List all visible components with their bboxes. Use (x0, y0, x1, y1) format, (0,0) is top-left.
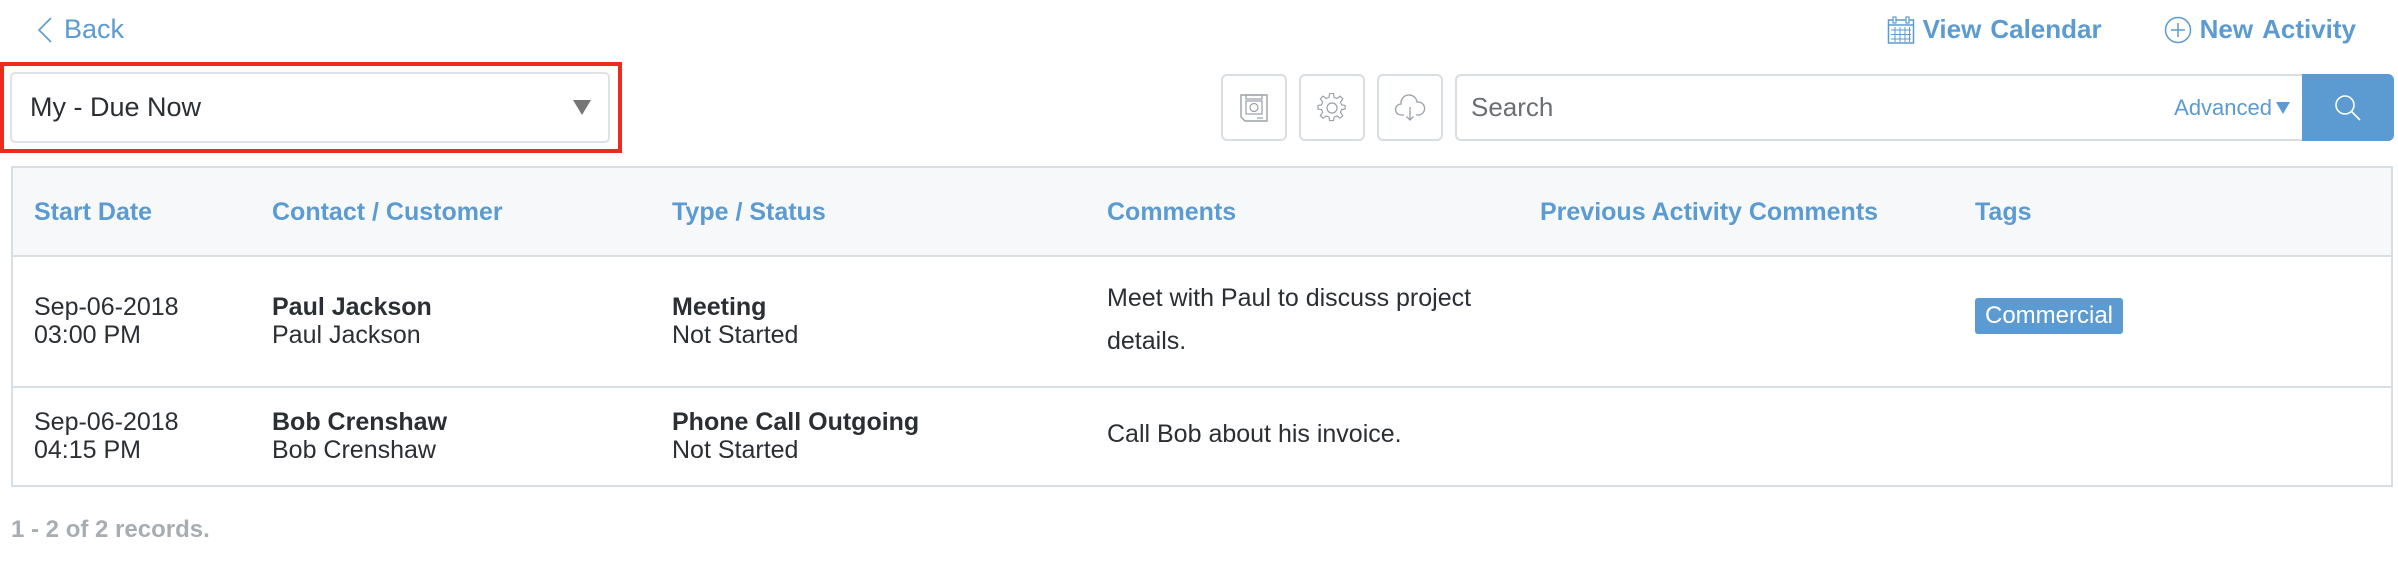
new-label: New (2199, 14, 2254, 44)
search-input[interactable] (1457, 76, 2175, 139)
customer-name[interactable]: Paul Jackson (272, 321, 421, 349)
column-header-type-status[interactable]: Type / Status (672, 198, 826, 227)
column-header-comments[interactable]: Comments (1107, 198, 1236, 227)
start-date-cell: Sep-06-2018 04:15 PM (34, 408, 179, 464)
search-button[interactable] (2302, 74, 2394, 141)
comments-cell: Call Bob about his invoice. (1107, 420, 1402, 448)
column-header-contact-customer[interactable]: Contact / Customer (272, 198, 503, 227)
activities-table: Start Date Contact / Customer Type / Sta… (11, 166, 2393, 487)
activity-label: Activity (2262, 14, 2356, 44)
calendar-icon (1887, 15, 1914, 44)
download-button[interactable] (1377, 74, 1443, 141)
save-view-button[interactable] (1221, 74, 1287, 141)
contact-name[interactable]: Bob Crenshaw (272, 408, 447, 436)
activity-type: Meeting (672, 293, 767, 321)
plus-circle-icon (2164, 16, 2191, 43)
advanced-search-toggle[interactable]: Advanced (2174, 95, 2290, 121)
start-date: Sep-06-2018 (34, 408, 179, 436)
view-calendar-link[interactable]: View Calendar (1887, 14, 2102, 45)
view-label: View (1922, 14, 1982, 44)
advanced-label: Advanced (2174, 94, 2272, 120)
gear-icon (1317, 92, 1346, 121)
start-date-cell: Sep-06-2018 03:00 PM (34, 293, 179, 349)
start-date: Sep-06-2018 (34, 293, 179, 321)
chevron-left-icon (38, 16, 52, 43)
table-row[interactable]: Sep-06-2018 04:15 PM Bob Crenshaw Bob Cr… (13, 388, 2391, 485)
column-header-previous-activity-comments[interactable]: Previous Activity Comments (1540, 198, 1878, 227)
cloud-download-icon (1394, 93, 1426, 121)
table-header-row: Start Date Contact / Customer Type / Sta… (13, 168, 2391, 257)
calendar-label: Calendar (1990, 14, 2102, 44)
back-link[interactable]: Back (38, 14, 124, 45)
search-icon (2335, 94, 2361, 121)
type-status-cell: Phone Call Outgoing Not Started (672, 408, 919, 464)
activity-type: Phone Call Outgoing (672, 408, 920, 436)
tag-badge[interactable]: Commercial (1975, 298, 2124, 334)
search-box: Advanced (1455, 74, 2304, 141)
record-count: 1 - 2 of 2 records. (11, 516, 210, 543)
contact-name[interactable]: Paul Jackson (272, 293, 432, 321)
customer-name[interactable]: Bob Crenshaw (272, 436, 436, 464)
column-header-start-date[interactable]: Start Date (34, 198, 152, 227)
contact-customer-cell: Paul Jackson Paul Jackson (272, 293, 432, 349)
activity-status: Not Started (672, 321, 799, 349)
start-time: 03:00 PM (34, 321, 142, 349)
table-row[interactable]: Sep-06-2018 03:00 PM Paul Jackson Paul J… (13, 257, 2391, 388)
view-filter-value: My - Due Now (30, 92, 202, 122)
type-status-cell: Meeting Not Started (672, 293, 798, 349)
start-time: 04:15 PM (34, 436, 142, 464)
caret-down-icon (2276, 101, 2290, 114)
view-filter-select[interactable]: My - Due Now (10, 72, 610, 143)
settings-button[interactable] (1299, 74, 1365, 141)
column-header-tags[interactable]: Tags (1975, 198, 2032, 227)
new-activity-link[interactable]: New Activity (2164, 14, 2356, 45)
comments-cell: Meet with Paul to discuss project detail… (1107, 284, 1472, 355)
back-label: Back (64, 14, 125, 44)
top-actions: View Calendar New Activity (1887, 14, 2356, 45)
activity-status: Not Started (672, 436, 799, 464)
save-view-icon (1240, 93, 1268, 122)
dropdown-caret-icon (573, 100, 591, 115)
contact-customer-cell: Bob Crenshaw Bob Crenshaw (272, 408, 447, 464)
